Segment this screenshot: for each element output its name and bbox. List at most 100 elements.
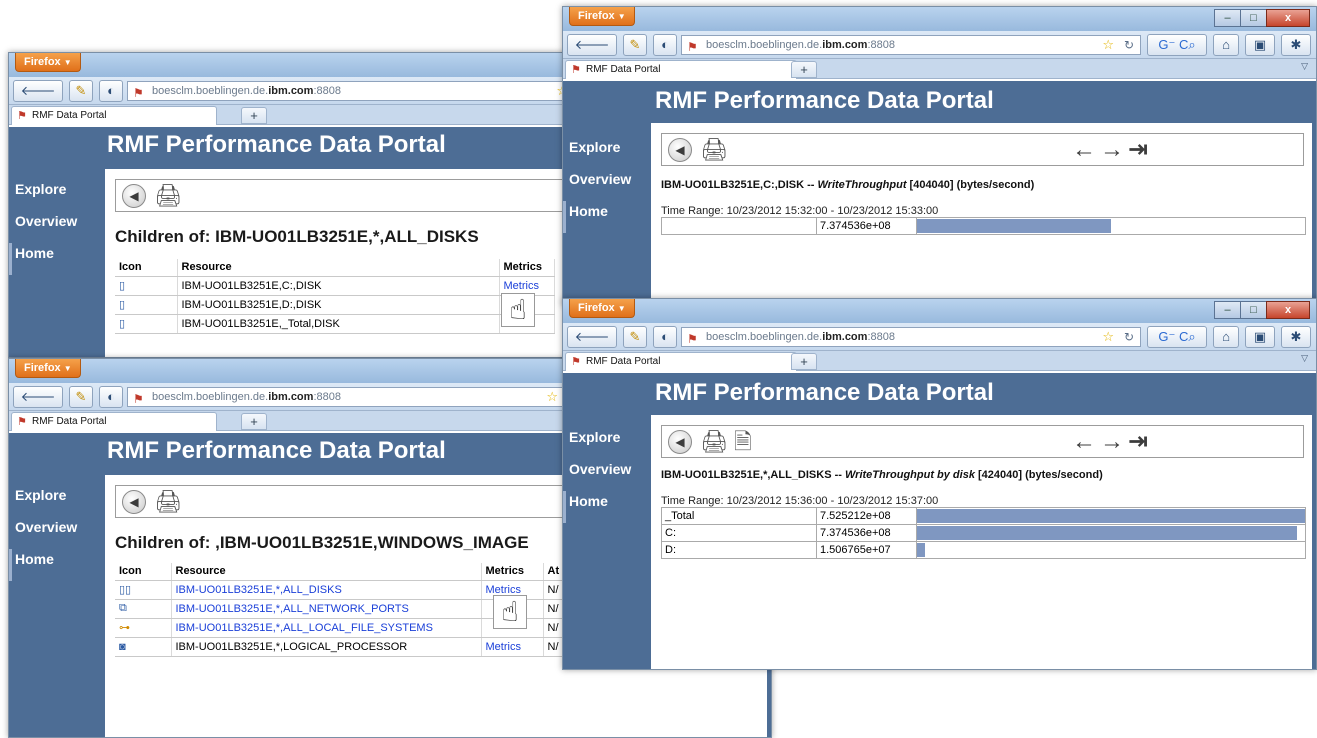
history-button[interactable]: ✎	[623, 34, 647, 56]
resource-link[interactable]: IBM-UO01LB3251E,*,ALL_LOCAL_FILE_SYSTEMS	[171, 618, 482, 638]
address-bar[interactable]: ⚑ boesclm.boeblingen.de.ibm.com:8808 ☆ ↻	[681, 327, 1141, 347]
time-range: Time Range: 10/23/2012 15:32:00 - 10/23/…	[661, 205, 939, 217]
bookmark-star-icon[interactable]: ☆	[546, 388, 558, 406]
table-row: ▯ IBM-UO01LB3251E,C:,DISK Metrics	[115, 276, 555, 296]
address-bar[interactable]: ⚑ boesclm.boeblingen.de.ibm.com:8808 ☆	[127, 387, 567, 407]
back-forward-button[interactable]: 🡐 🡒	[567, 34, 617, 72]
nav-home[interactable]: Home	[9, 243, 105, 275]
export-document-icon[interactable]: 🗎	[734, 430, 752, 454]
printer-icon[interactable]: 🖨	[700, 138, 728, 162]
extensions-button[interactable]: ✱	[1281, 34, 1311, 56]
nav-overview[interactable]: Overview	[563, 459, 659, 491]
navigation-arrows-icon[interactable]: ←→⇥	[1072, 430, 1152, 454]
history-button[interactable]: ✎	[69, 386, 93, 408]
title-bar: Firefox ▼ – □ x	[563, 7, 1316, 31]
back-icon[interactable]: ◀	[668, 430, 692, 454]
search-engine-button[interactable]: G⁻ C⌕	[1147, 326, 1207, 348]
firefox-menu-button[interactable]: Firefox ▼	[569, 7, 635, 26]
column-header: Icon	[115, 259, 178, 277]
home-button[interactable]: ⌂	[1213, 34, 1239, 56]
resource-link[interactable]: IBM-UO01LB3251E,*,ALL_DISKS	[171, 580, 482, 600]
tab-rmf-portal[interactable]: ⚑ RMF Data Portal	[11, 412, 217, 431]
disk-icon: ▯	[119, 280, 126, 292]
reload-icon[interactable]: ↻	[1124, 328, 1134, 346]
disk-icon: ▯	[119, 318, 126, 330]
resource-table: Icon Resource Metrics ▯ IBM-UO01LB3251E,…	[115, 259, 555, 334]
nav-toolbar: 🡐 🡒 ✎ ◐ ⚑ boesclm.boeblingen.de.ibm.com:…	[563, 31, 1316, 72]
identity-button[interactable]: ◐	[653, 34, 677, 56]
minimize-button[interactable]: –	[1214, 9, 1241, 27]
back-forward-button[interactable]: 🡐 🡒	[567, 326, 617, 364]
new-tab-button[interactable]: +	[791, 353, 817, 370]
addons-button[interactable]: ▣	[1245, 34, 1275, 56]
reload-icon[interactable]: ↻	[1124, 36, 1134, 54]
nav-explore[interactable]: Explore	[563, 427, 659, 459]
search-engine-button[interactable]: G⁻ C⌕	[1147, 34, 1207, 56]
new-tab-button[interactable]: +	[241, 413, 267, 430]
firefox-menu-button[interactable]: Firefox ▼	[15, 53, 81, 72]
nav-toolbar: 🡐 🡒 ✎ ◐ ⚑ boesclm.boeblingen.de.ibm.com:…	[9, 77, 567, 118]
content-toolbar: ◀ 🖨	[115, 179, 567, 212]
row-value: 7.525212e+08	[816, 507, 917, 525]
table-row: ▯ IBM-UO01LB3251E,_Total,DISK	[115, 314, 555, 334]
nav-explore[interactable]: Explore	[563, 137, 659, 169]
address-bar[interactable]: ⚑ boesclm.boeblingen.de.ibm.com:8808 ☆	[127, 81, 567, 101]
tab-rmf-portal[interactable]: ⚑ RMF Data Portal	[11, 106, 217, 125]
minimize-button[interactable]: –	[1214, 301, 1241, 319]
maximize-button[interactable]: □	[1240, 301, 1267, 319]
addons-button[interactable]: ▣	[1245, 326, 1275, 348]
history-button[interactable]: ✎	[69, 80, 93, 102]
back-forward-button[interactable]: 🡐 🡒	[13, 80, 63, 118]
extensions-button[interactable]: ✱	[1281, 326, 1311, 348]
navigation-arrows-icon[interactable]: ←→⇥	[1072, 138, 1152, 162]
nav-overview[interactable]: Overview	[9, 517, 105, 549]
tab-rmf-portal[interactable]: ⚑ RMF Data Portal	[565, 60, 797, 79]
nav-overview[interactable]: Overview	[563, 169, 659, 201]
printer-icon[interactable]: 🖨	[700, 430, 728, 454]
new-tab-button[interactable]: +	[791, 61, 817, 78]
identity-button[interactable]: ◐	[653, 326, 677, 348]
tab-strip: ⚑ RMF Data Portal + ▽	[563, 351, 1316, 371]
printer-icon[interactable]: 🖨	[154, 490, 182, 514]
back-icon[interactable]: ◀	[122, 184, 146, 208]
bookmark-star-icon[interactable]: ☆	[1102, 328, 1114, 346]
title-bar: Firefox ▼	[9, 53, 567, 77]
table-row: ◙ IBM-UO01LB3251E,*,LOGICAL_PROCESSOR Me…	[115, 637, 575, 657]
identity-button[interactable]: ◐	[99, 386, 123, 408]
row-label	[661, 217, 817, 235]
new-tab-button[interactable]: +	[241, 107, 267, 124]
nav-home[interactable]: Home	[563, 201, 659, 233]
nav-home[interactable]: Home	[9, 549, 105, 581]
nav-explore[interactable]: Explore	[9, 179, 105, 211]
content-panel: ◀ 🖨 Children of: IBM-UO01LB3251E,*,ALL_D…	[105, 169, 567, 357]
disk-icon: ▯	[119, 299, 126, 311]
firefox-menu-button[interactable]: Firefox ▼	[15, 359, 81, 378]
back-forward-button[interactable]: 🡐 🡒	[13, 386, 63, 424]
nav-home[interactable]: Home	[563, 491, 659, 523]
back-icon[interactable]: ◀	[668, 138, 692, 162]
row-label: D:	[661, 541, 817, 559]
firefox-menu-button[interactable]: Firefox ▼	[569, 299, 635, 318]
close-button[interactable]: x	[1266, 9, 1310, 27]
printer-icon[interactable]: 🖨	[154, 184, 182, 208]
tab-rmf-portal[interactable]: ⚑ RMF Data Portal	[565, 352, 797, 371]
maximize-button[interactable]: □	[1240, 9, 1267, 27]
metrics-link[interactable]: Metrics	[481, 637, 544, 657]
nav-overview[interactable]: Overview	[9, 211, 105, 243]
tab-list-chevron-icon[interactable]: ▽	[1301, 353, 1308, 364]
table-row: C: 7.374536e+08	[661, 524, 1306, 542]
network-ports-icon: ⧉	[119, 602, 127, 614]
close-button[interactable]: x	[1266, 301, 1310, 319]
home-button[interactable]: ⌂	[1213, 326, 1239, 348]
address-bar[interactable]: ⚑ boesclm.boeblingen.de.ibm.com:8808 ☆ ↻	[681, 35, 1141, 55]
row-label: _Total	[661, 507, 817, 525]
nav-toolbar: 🡐 🡒 ✎ ◐ ⚑ boesclm.boeblingen.de.ibm.com:…	[563, 323, 1316, 364]
resource-link[interactable]: IBM-UO01LB3251E,*,ALL_NETWORK_PORTS	[171, 599, 482, 619]
back-icon[interactable]: ◀	[122, 490, 146, 514]
hand-pointer-icon: ☝	[493, 595, 527, 629]
identity-button[interactable]: ◐	[99, 80, 123, 102]
bookmark-star-icon[interactable]: ☆	[1102, 36, 1114, 54]
history-button[interactable]: ✎	[623, 326, 647, 348]
tab-list-chevron-icon[interactable]: ▽	[1301, 61, 1308, 72]
nav-explore[interactable]: Explore	[9, 485, 105, 517]
